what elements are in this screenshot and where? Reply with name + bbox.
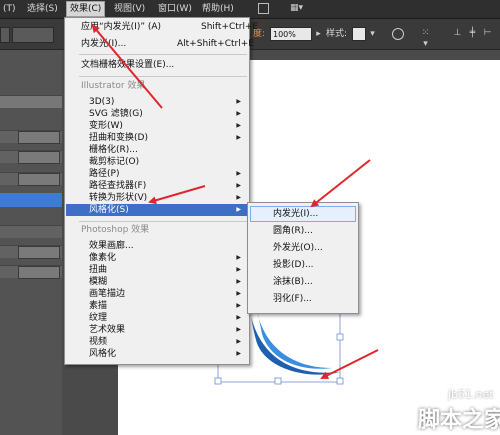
watermark-name: 脚本之家 [418,408,500,433]
annotation-arrows [91,24,379,379]
annotation-arrow [148,185,206,205]
watermark-site: jb51.net [448,388,494,401]
annotation-arrow [91,24,163,109]
annotation-arrow [310,159,371,208]
annotation-arrow [320,349,379,379]
